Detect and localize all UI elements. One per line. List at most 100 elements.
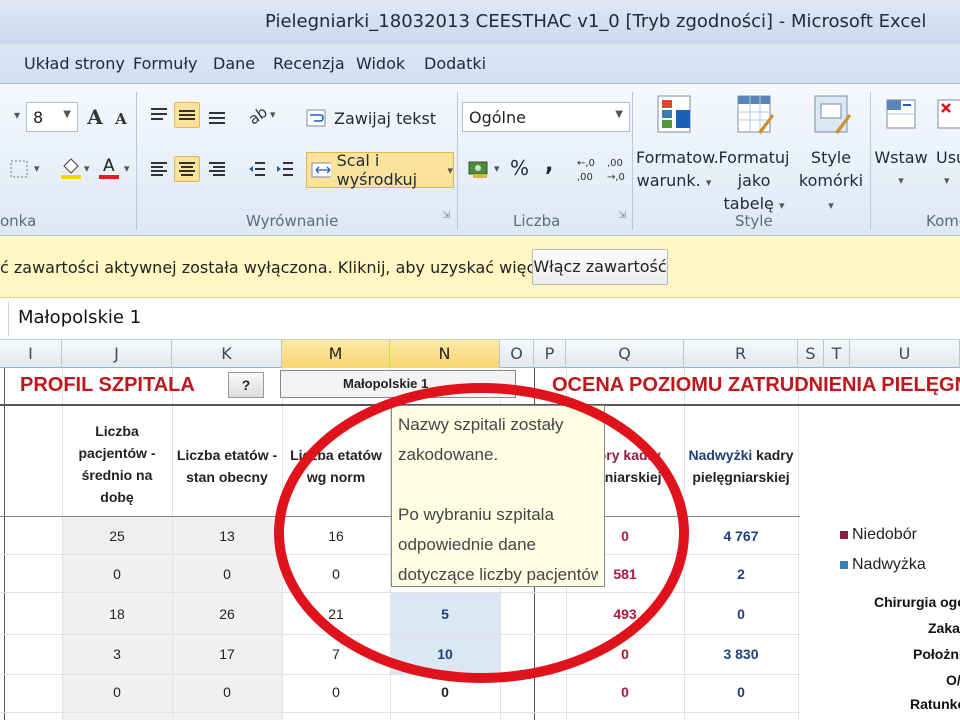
decrease-indent-icon[interactable]	[244, 156, 270, 182]
column-header-m[interactable]: M	[282, 340, 390, 368]
delete-cells-button[interactable]: Usu ▾	[930, 92, 960, 192]
cell-patients[interactable]: 18	[62, 606, 172, 622]
font-color-icon[interactable]: A	[96, 154, 122, 180]
column-header-u[interactable]: U	[850, 340, 960, 368]
header-line: Liczba etatów	[290, 447, 382, 463]
borders-dropdown-arrow[interactable]: ▾	[34, 162, 40, 175]
grow-font-icon[interactable]: A	[82, 104, 108, 130]
svg-text:A: A	[103, 156, 115, 176]
hospital-dropdown[interactable]: Małopolskie 1	[280, 370, 516, 398]
wrap-text-button[interactable]: Zawijaj tekst	[306, 102, 436, 134]
chevron-down-icon[interactable]: ▾	[447, 164, 453, 177]
cell-difference[interactable]: 10	[390, 646, 500, 662]
cell-current-fte[interactable]: 0	[172, 566, 282, 582]
cell-patients[interactable]: 0	[62, 566, 172, 582]
align-right-icon[interactable]	[204, 156, 230, 182]
number-format-combo[interactable]: Ogólne ▼	[462, 102, 630, 132]
increase-decimal-icon[interactable]: ←,0,00	[574, 154, 604, 184]
cell-norm-fte[interactable]: 21	[282, 606, 390, 622]
format-as-table-icon	[737, 95, 774, 134]
grid-line	[172, 368, 173, 720]
orientation-dropdown-arrow[interactable]: ▾	[270, 108, 276, 121]
cell-styles-button[interactable]: Style komórki ▾	[796, 92, 866, 217]
svg-text:,00: ,00	[607, 158, 623, 169]
cell-surplus[interactable]: 3 830	[684, 646, 798, 662]
comma-style-button[interactable]: ,	[545, 152, 553, 177]
help-button[interactable]: ?	[228, 372, 264, 398]
borders-icon[interactable]	[6, 156, 32, 182]
cell-norm-fte[interactable]: 0	[282, 684, 390, 700]
column-header-t[interactable]: T	[824, 340, 850, 368]
dialog-launcher-icon[interactable]: ⇲	[442, 210, 450, 221]
cell-norm-fte[interactable]: 7	[282, 646, 390, 662]
column-header-q[interactable]: Q	[566, 340, 684, 368]
column-header-o[interactable]: O	[500, 340, 534, 368]
formula-value[interactable]: Małopolskie 1	[18, 307, 141, 328]
column-header-j[interactable]: J	[62, 340, 172, 368]
fill-dropdown-arrow[interactable]: ▾	[84, 162, 90, 175]
column-header-n[interactable]: N	[390, 340, 500, 368]
cell-difference[interactable]: 5	[390, 606, 500, 622]
cell-difference[interactable]: 0	[390, 684, 500, 700]
currency-dropdown-arrow[interactable]: ▾	[494, 162, 500, 175]
align-middle-icon[interactable]	[174, 102, 200, 128]
tab-data[interactable]: Dane	[213, 54, 255, 73]
conditional-format-label-2: warunk.	[636, 171, 701, 190]
legend-swatch	[840, 561, 848, 569]
cell-current-fte[interactable]: 0	[172, 684, 282, 700]
increase-indent-icon[interactable]	[272, 156, 298, 182]
cell-current-fte[interactable]: 26	[172, 606, 282, 622]
shrink-font-icon[interactable]: A	[108, 106, 134, 132]
cell-norm-fte[interactable]: 0	[282, 566, 390, 582]
cell-current-fte[interactable]: 17	[172, 646, 282, 662]
font-color-dropdown-arrow[interactable]: ▾	[124, 162, 130, 175]
cell-surplus[interactable]: 0	[684, 606, 798, 622]
group-label-alignment: Wyrównanie	[246, 212, 339, 230]
column-headers: I J K M N O P Q R S T U	[0, 340, 960, 368]
tooltip-line: odpowiednie dane	[398, 535, 537, 554]
percent-style-button[interactable]: %	[510, 156, 529, 180]
conditional-formatting-button[interactable]: Formatow. warunk. ▾	[636, 92, 719, 194]
cell-patients[interactable]: 0	[62, 684, 172, 700]
cell-surplus[interactable]: 0	[684, 684, 798, 700]
cell-shortage[interactable]: 0	[566, 646, 684, 662]
insert-cells-button[interactable]: Wstaw ▾	[874, 92, 928, 192]
cell-shortage[interactable]: 0	[566, 684, 684, 700]
tab-formulas[interactable]: Formuły	[133, 54, 197, 73]
column-header-r[interactable]: R	[684, 340, 798, 368]
column-header-s[interactable]: S	[798, 340, 824, 368]
cell-patients[interactable]: 25	[62, 528, 172, 544]
tab-review[interactable]: Recenzja	[273, 54, 345, 73]
cell-norm-fte[interactable]: 16	[282, 528, 390, 544]
column-header-i[interactable]: I	[0, 340, 62, 368]
align-bottom-icon[interactable]	[204, 102, 230, 128]
align-left-icon[interactable]	[146, 156, 172, 182]
cell-surplus[interactable]: 2	[684, 566, 798, 582]
cell-current-fte[interactable]: 13	[172, 528, 282, 544]
dialog-launcher-icon[interactable]: ⇲	[618, 210, 626, 221]
tab-addins[interactable]: Dodatki	[424, 54, 486, 73]
font-size-value: 8	[33, 108, 44, 127]
column-header-p[interactable]: P	[534, 340, 566, 368]
cell-surplus[interactable]: 4 767	[684, 528, 798, 544]
align-top-icon[interactable]	[146, 102, 172, 128]
align-center-icon[interactable]	[174, 156, 200, 182]
fill-color-icon[interactable]	[58, 154, 84, 180]
tab-page-layout[interactable]: Układ strony	[24, 54, 125, 73]
text-orientation-icon[interactable]: ab	[244, 102, 270, 128]
delete-label: Usu	[936, 148, 960, 167]
tab-view[interactable]: Widok	[356, 54, 405, 73]
enable-content-button[interactable]: Włącz zawartość	[532, 249, 668, 285]
cell-patients[interactable]: 3	[62, 646, 172, 662]
merge-center-button[interactable]: Scal i wyśrodkuj ▾	[306, 151, 454, 189]
decrease-decimal-icon[interactable]: ,00 →,0	[604, 154, 634, 184]
column-header-k[interactable]: K	[172, 340, 282, 368]
formula-bar[interactable]: Małopolskie 1	[0, 298, 960, 340]
cell-shortage[interactable]: 493	[566, 606, 684, 622]
group-label-styles: Style	[735, 212, 773, 230]
table-border	[4, 368, 5, 720]
font-size-combo[interactable]: 8 ▼	[26, 102, 78, 132]
font-name-dropdown-arrow[interactable]: ▾	[14, 108, 20, 122]
currency-format-icon[interactable]	[466, 156, 492, 182]
format-as-table-button[interactable]: Formatuj jako tabelę ▾	[712, 92, 796, 217]
